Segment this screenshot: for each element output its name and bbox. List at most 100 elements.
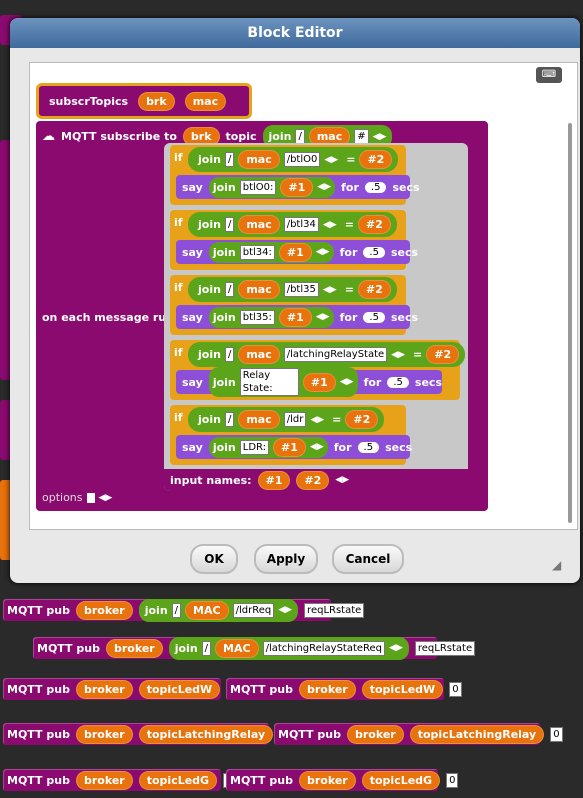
input-var[interactable]: #1 <box>273 437 306 457</box>
message-text[interactable]: Relay State: <box>239 368 299 396</box>
arrows-icon[interactable]: ◀▶ <box>310 442 324 452</box>
topic-text[interactable]: /btl35 <box>283 282 319 297</box>
mqtt-pub-row3-a[interactable]: MQTT pub broker topicLedG 1 <box>3 769 236 791</box>
message-text[interactable]: btl35: <box>239 309 275 325</box>
say-block[interactable]: say join LDR: #1 ◀▶ for .5 secs <box>176 435 412 459</box>
input-var[interactable]: #2 <box>426 345 460 364</box>
sep-text[interactable]: / <box>171 602 182 618</box>
if-block[interactable]: if join / mac /ldr ◀▶ = #2 say join LDR:… <box>170 405 412 465</box>
param-mac[interactable]: mac <box>184 91 227 111</box>
if-block[interactable]: if join / mac /btlO0 ◀▶ = #2 say join bt… <box>170 145 420 205</box>
topic-join[interactable]: join / mac /btl35 ◀▶ <box>194 279 341 300</box>
input-var[interactable]: #1 <box>280 177 314 197</box>
ok-button[interactable]: OK <box>190 544 238 574</box>
input-var[interactable]: #2 <box>357 280 391 299</box>
broker-var[interactable]: broker <box>75 600 133 620</box>
topic-var[interactable]: topicLatchingRelay <box>409 724 545 744</box>
resize-handle-icon[interactable]: ◢ <box>552 558 561 572</box>
options-slot[interactable] <box>86 492 95 503</box>
topic-join[interactable]: join / MAC/ldrReq ◀▶ <box>138 598 299 622</box>
block-editor-canvas[interactable]: ⌨ subscrTopics brk mac ☁ MQTT subscribe … <box>29 62 578 530</box>
topic-join[interactable]: join / MAC/latchingRelayStateReq ◀▶ <box>168 636 409 660</box>
input-1[interactable]: #1 <box>257 470 291 490</box>
broker-var[interactable]: broker <box>346 724 404 744</box>
topic-text[interactable]: /latchingRelayStateReq <box>262 640 386 656</box>
mqtt-pub-row2-a[interactable]: MQTT pub broker topicLatchingRelay 1 <box>3 723 292 745</box>
arrows-icon[interactable]: ◀▶ <box>99 493 113 503</box>
say-block[interactable]: say join btlO0: #1 ◀▶ for .5 secs <box>176 175 420 199</box>
apply-button[interactable]: Apply <box>254 544 318 574</box>
arrows-icon[interactable]: ◀▶ <box>391 350 405 360</box>
broker-var[interactable]: broker <box>105 638 163 658</box>
mac-var[interactable]: mac <box>238 345 280 364</box>
mqtt-pub-row1-a[interactable]: MQTT pub broker topicLedW 1 <box>3 678 239 700</box>
input-var[interactable]: #1 <box>278 242 312 262</box>
arrows-icon[interactable]: ◀▶ <box>389 643 403 653</box>
mac-var[interactable]: MAC <box>215 638 259 658</box>
broker-var[interactable]: broker <box>75 724 133 744</box>
arrows-icon[interactable]: ◀▶ <box>310 415 324 425</box>
secs-input[interactable]: .5 <box>357 441 380 453</box>
say-block[interactable]: say join btl34: #1 ◀▶ for .5 secs <box>176 240 418 264</box>
hash-text[interactable]: # <box>354 129 369 144</box>
topic-text[interactable]: /ldrReq <box>232 602 275 618</box>
condition[interactable]: join / mac /btl34 ◀▶ = #2 <box>188 212 397 237</box>
dialog-titlebar[interactable]: Block Editor <box>10 18 580 48</box>
topic-var[interactable]: topicLedW <box>361 679 444 699</box>
input-var[interactable]: #2 <box>359 150 393 169</box>
canvas-scrollbar[interactable] <box>568 123 572 523</box>
arrows-icon[interactable]: ◀▶ <box>324 155 338 165</box>
secs-input[interactable]: .5 <box>363 311 385 323</box>
sep-text[interactable]: / <box>201 640 212 656</box>
message-join[interactable]: join LDR: #1 ◀▶ <box>208 436 328 458</box>
broker-var[interactable]: broker <box>75 770 133 790</box>
value-text[interactable]: 0 <box>446 772 459 788</box>
cancel-button[interactable]: Cancel <box>332 544 404 574</box>
arrows-icon[interactable]: ◀▶ <box>316 247 330 257</box>
mac-var[interactable]: mac <box>238 215 280 234</box>
broker-var[interactable]: broker <box>75 679 133 699</box>
topic-var[interactable]: topicLedG <box>361 770 441 790</box>
arrows-icon[interactable]: ◀▶ <box>335 475 349 485</box>
message-join[interactable]: join btl34: #1 ◀▶ <box>208 241 334 263</box>
if-block[interactable]: if join / mac /btl35 ◀▶ = #2 say join bt… <box>170 275 418 335</box>
input-var[interactable]: #2 <box>357 215 391 234</box>
payload-text[interactable]: reqLRstate <box>304 602 365 618</box>
arrows-icon[interactable]: ◀▶ <box>323 220 337 230</box>
mqtt-pub-row3-b[interactable]: MQTT pub broker topicLedG 0 <box>226 769 459 791</box>
message-text[interactable]: btlO0: <box>239 179 277 195</box>
topic-text[interactable]: /btlO0 <box>283 152 321 167</box>
topic-var[interactable]: topicLedW <box>138 679 221 699</box>
broker-var[interactable]: broker <box>298 679 356 699</box>
mac-var[interactable]: mac <box>238 410 280 429</box>
input-var[interactable]: #1 <box>278 307 312 327</box>
message-join[interactable]: join btl35: #1 ◀▶ <box>208 306 334 328</box>
arrows-icon[interactable]: ◀▶ <box>278 605 292 615</box>
condition[interactable]: join / mac /ldr ◀▶ = #2 <box>188 407 385 432</box>
custom-block-prototype[interactable]: subscrTopics brk mac <box>36 83 252 119</box>
param-brk[interactable]: brk <box>138 91 175 111</box>
arrows-icon[interactable]: ◀▶ <box>317 182 331 192</box>
condition[interactable]: join / mac /btl35 ◀▶ = #2 <box>188 277 397 302</box>
secs-input[interactable]: .5 <box>363 246 385 258</box>
message-text[interactable]: btl34: <box>239 244 275 260</box>
broker-var[interactable]: broker <box>298 770 356 790</box>
mqtt-pub-row1-b[interactable]: MQTT pub broker topicLedW 0 <box>226 678 462 700</box>
arrows-icon[interactable]: ◀▶ <box>323 285 337 295</box>
topic-join[interactable]: join / mac /btl34 ◀▶ <box>194 214 341 235</box>
topic-join[interactable]: join / mac /btlO0 ◀▶ <box>194 149 343 170</box>
sep-text[interactable]: / <box>224 282 235 297</box>
mqtt-pub-relay[interactable]: MQTT pub broker join / MAC/latchingRelaySt… <box>33 636 476 660</box>
mqtt-subscribe-block[interactable]: ☁ MQTT subscribe to brk topic join / mac… <box>36 121 488 511</box>
sep-text[interactable]: / <box>224 347 235 362</box>
arrows-icon[interactable]: ◀▶ <box>340 377 354 387</box>
topic-var[interactable]: topicLedG <box>138 770 218 790</box>
sep-text[interactable]: / <box>224 152 235 167</box>
sep-text[interactable]: / <box>224 412 235 427</box>
secs-input[interactable]: .5 <box>364 181 387 193</box>
if-block[interactable]: if join / mac /latchingRelayState ◀▶ = #… <box>170 340 466 400</box>
message-join[interactable]: join btlO0: #1 ◀▶ <box>208 176 336 198</box>
say-block[interactable]: say join Relay State: #1 ◀▶ for .5 secs <box>176 367 442 397</box>
input-var[interactable]: #2 <box>345 410 379 429</box>
input-var[interactable]: #1 <box>302 372 336 392</box>
